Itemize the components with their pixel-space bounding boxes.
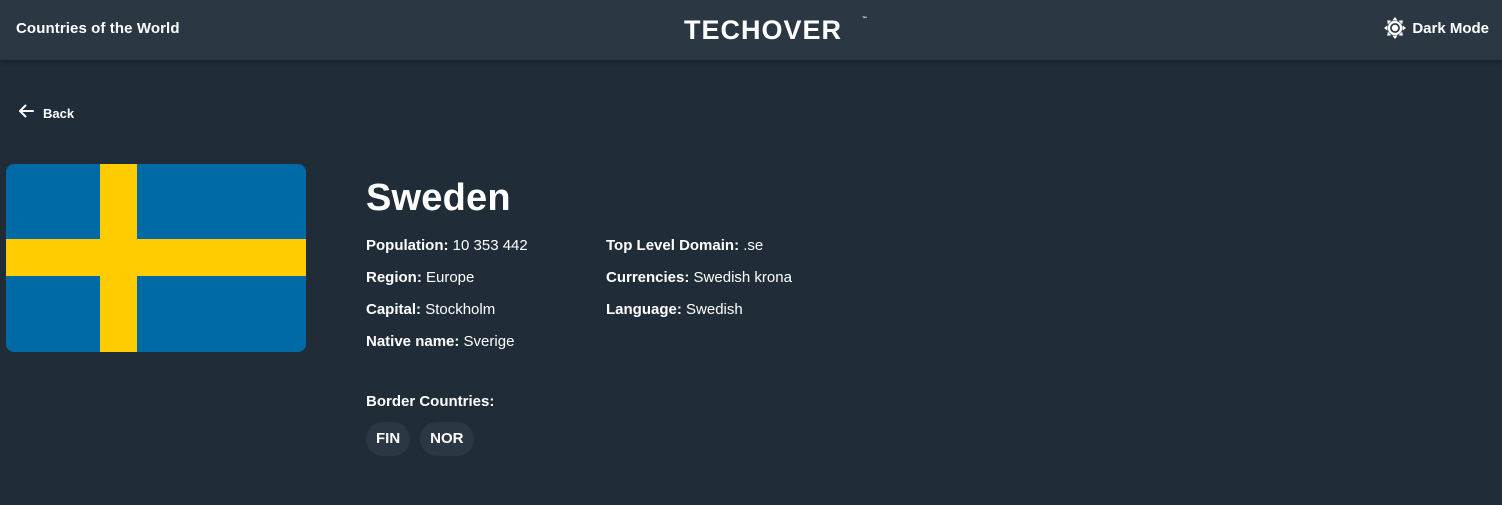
- info-key: Language:: [606, 301, 682, 318]
- secondary-info-list: Top Level Domain: .se Currencies: Swedis…: [606, 236, 792, 332]
- dark-mode-label: Dark Mode: [1412, 19, 1489, 37]
- currencies-row: Currencies: Swedish krona: [606, 268, 792, 300]
- app-title[interactable]: Countries of the World: [16, 20, 180, 37]
- info-key: Region:: [366, 269, 422, 286]
- info-value: 10 353 442: [452, 237, 528, 254]
- sun-gear-icon: [1384, 17, 1407, 39]
- info-key: Native name:: [366, 333, 460, 350]
- country-name: Sweden: [366, 177, 511, 219]
- primary-info-list: Population: 10 353 442 Region: Europe Ca…: [366, 236, 528, 364]
- sweden-flag-image: [6, 164, 306, 352]
- info-value: Stockholm: [425, 301, 496, 318]
- top-navbar: Countries of the World TECHOVER ™ Dark M…: [0, 0, 1502, 60]
- border-countries-label: Border Countries:: [366, 393, 495, 410]
- top-level-domain-row: Top Level Domain: .se: [606, 236, 792, 268]
- info-value: Sverige: [463, 333, 515, 350]
- population-row: Population: 10 353 442: [366, 236, 528, 268]
- capital-row: Capital: Stockholm: [366, 300, 528, 332]
- country-details: Sweden Population: 10 353 442 Region: Eu…: [366, 176, 792, 350]
- trademark-mark: ™: [862, 16, 867, 22]
- info-key: Population:: [366, 237, 449, 254]
- info-value: Europe: [426, 269, 475, 286]
- back-label: Back: [43, 106, 75, 121]
- language-row: Language: Swedish: [606, 300, 792, 332]
- info-key: Top Level Domain:: [606, 237, 740, 254]
- border-countries-list: FIN NOR: [366, 422, 474, 456]
- back-button[interactable]: Back: [16, 101, 74, 126]
- info-value: Swedish krona: [693, 269, 792, 286]
- border-country-chip-fin[interactable]: FIN: [366, 422, 411, 456]
- region-row: Region: Europe: [366, 268, 528, 300]
- info-value: .se: [743, 237, 764, 254]
- techover-logo: TECHOVER: [684, 15, 843, 45]
- native-name-row: Native name: Sverige: [366, 332, 528, 364]
- info-value: Swedish: [686, 301, 743, 318]
- arrow-left-icon: [16, 101, 36, 126]
- border-country-chip-nor[interactable]: NOR: [420, 422, 474, 456]
- info-key: Currencies:: [606, 269, 690, 286]
- info-key: Capital:: [366, 301, 422, 318]
- dark-mode-toggle[interactable]: Dark Mode: [1384, 17, 1489, 39]
